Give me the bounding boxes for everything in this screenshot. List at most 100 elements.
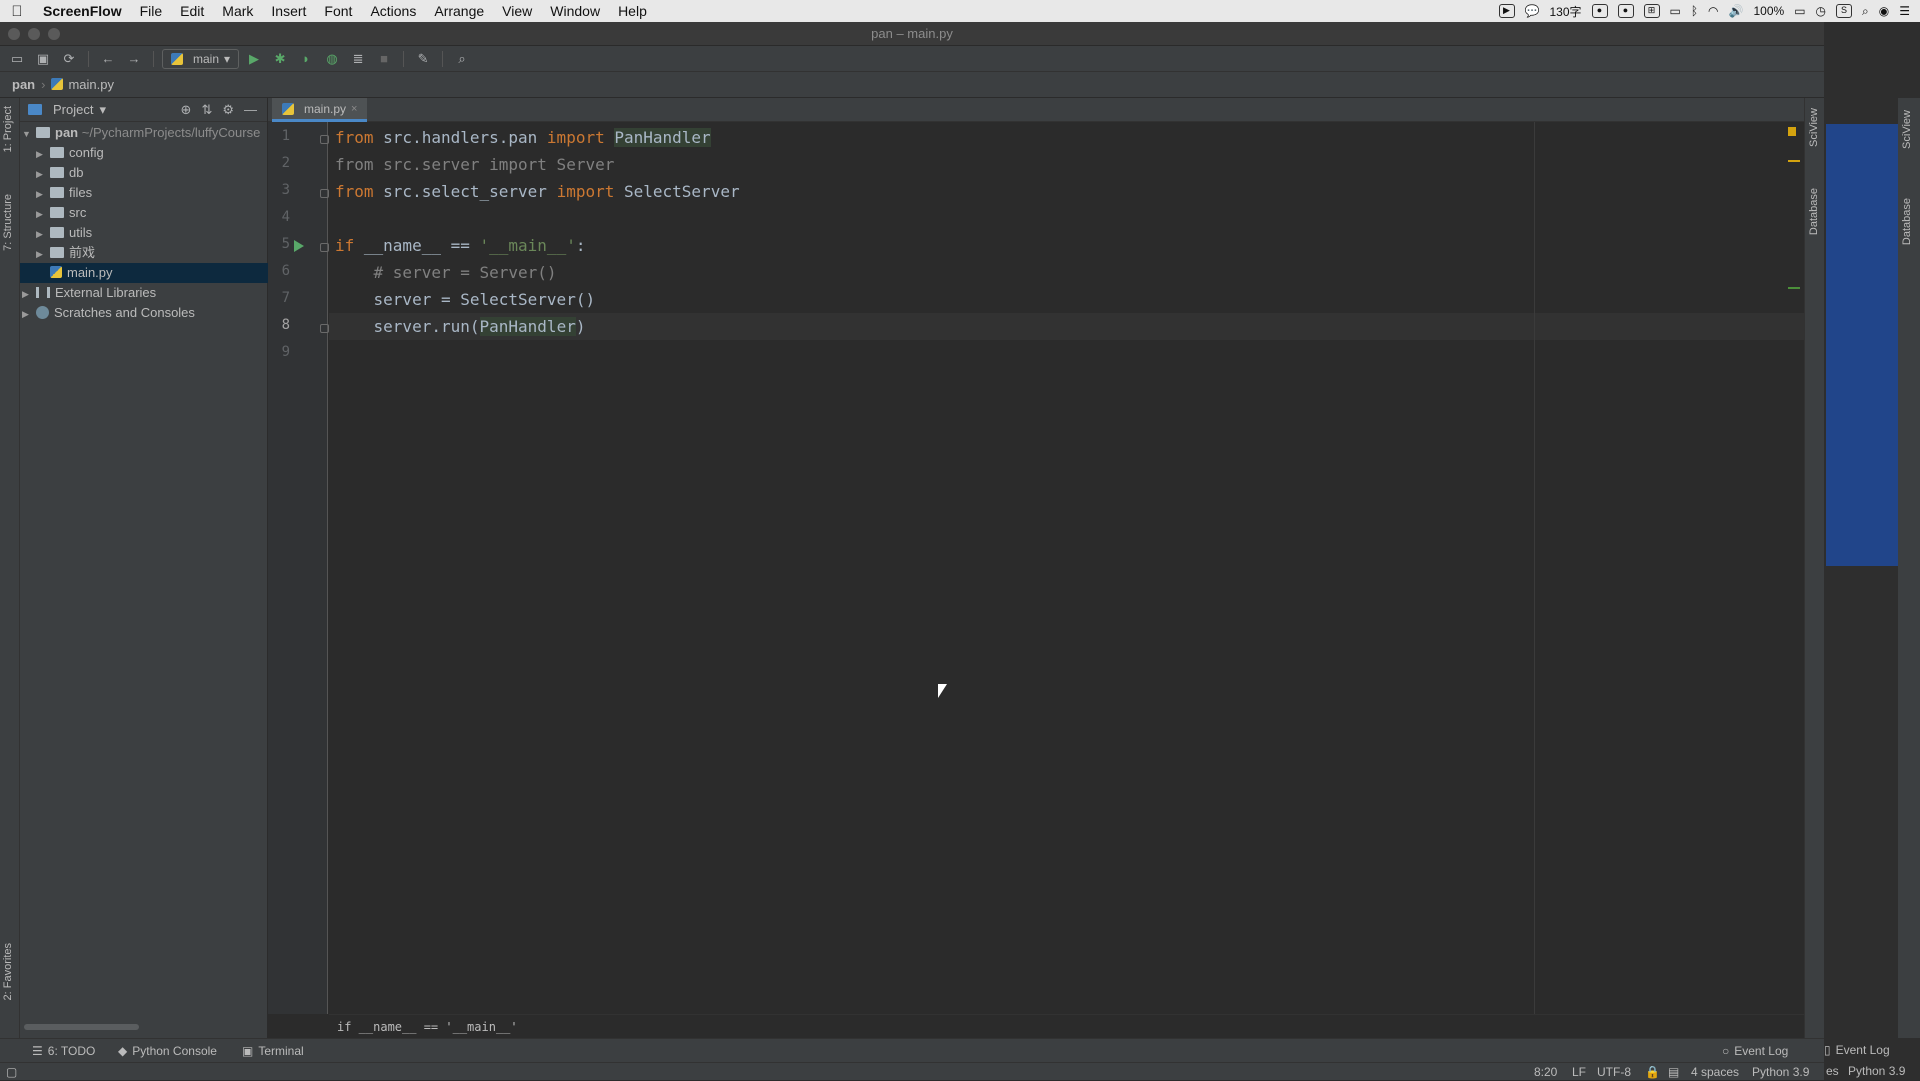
expand-arrow-icon[interactable]: ▶ bbox=[36, 164, 50, 183]
python-interpreter[interactable]: Python 3.9 bbox=[1752, 1063, 1809, 1081]
app-tray-icon-2[interactable]: ● bbox=[1617, 4, 1634, 18]
tree-item-scratches[interactable]: ▶ Scratches and Consoles bbox=[20, 303, 268, 323]
bluetooth-icon[interactable]: ᛒ bbox=[1691, 4, 1698, 18]
tree-item-utils[interactable]: ▶ utils bbox=[20, 223, 268, 243]
warning-stripe-marker[interactable] bbox=[1788, 160, 1800, 162]
grid-tray-icon[interactable]: ⊞ bbox=[1643, 4, 1660, 18]
gear-icon[interactable]: ⚙ bbox=[222, 102, 234, 118]
project-view-label[interactable]: Project bbox=[53, 102, 93, 117]
file-encoding[interactable]: UTF-8 bbox=[1597, 1063, 1631, 1081]
tree-item-external-libraries[interactable]: ▶ External Libraries bbox=[20, 283, 268, 303]
expand-arrow-icon[interactable]: ▼ bbox=[22, 124, 36, 143]
close-icon[interactable]: × bbox=[351, 103, 357, 115]
editor-breadcrumb-bottom[interactable]: if __name__ == '__main__' bbox=[329, 1014, 1804, 1038]
caret-position[interactable]: 8:20 bbox=[1534, 1063, 1557, 1081]
expand-arrow-icon[interactable]: ▶ bbox=[22, 284, 36, 303]
todo-tool-button[interactable]: ☰ 6: TODO bbox=[32, 1039, 95, 1063]
siri-icon[interactable]: ◉ bbox=[1879, 4, 1889, 18]
fold-marker-icon[interactable] bbox=[320, 324, 329, 333]
breadcrumb-project[interactable]: pan bbox=[12, 77, 35, 92]
search-icon[interactable]: ⌕ bbox=[1862, 4, 1869, 19]
run-configuration-select[interactable]: main ▾ bbox=[162, 48, 240, 69]
favorites-tool-tab[interactable]: 2: Favorites bbox=[2, 943, 14, 1000]
background-event-log[interactable]: ▯ Event Log bbox=[1824, 1038, 1890, 1062]
editor-tab-main-py[interactable]: main.py × bbox=[272, 98, 368, 122]
hide-icon[interactable]: — bbox=[244, 102, 257, 118]
concurrency-icon[interactable]: ≣ bbox=[347, 49, 369, 69]
expand-arrow-icon[interactable]: ▶ bbox=[36, 224, 50, 243]
sync-icon[interactable]: ⟳ bbox=[58, 49, 80, 69]
notification-center-icon[interactable]: ☰ bbox=[1899, 4, 1910, 18]
battery-icon[interactable]: ▭ bbox=[1794, 4, 1805, 18]
menu-actions[interactable]: Actions bbox=[361, 3, 425, 19]
tree-item-main-py[interactable]: main.py bbox=[20, 263, 268, 283]
tool-windows-toggle-icon[interactable]: ▢ bbox=[6, 1063, 17, 1081]
project-horizontal-scrollbar[interactable] bbox=[24, 1024, 139, 1030]
tree-item-src[interactable]: ▶ src bbox=[20, 203, 268, 223]
indent-setting[interactable]: 4 spaces bbox=[1691, 1063, 1739, 1081]
battery-percent[interactable]: 100% bbox=[1753, 4, 1784, 18]
locate-icon[interactable]: ⊕ bbox=[181, 102, 192, 118]
tree-item-db[interactable]: ▶ db bbox=[20, 163, 268, 183]
expand-arrow-icon[interactable]: ▶ bbox=[36, 144, 50, 163]
save-all-icon[interactable]: ▣ bbox=[32, 49, 54, 69]
volume-icon[interactable]: 🔊 bbox=[1729, 4, 1744, 18]
expand-arrow-icon[interactable]: ▶ bbox=[36, 244, 50, 263]
fold-marker-icon[interactable] bbox=[320, 243, 329, 252]
tree-item-files[interactable]: ▶ files bbox=[20, 183, 268, 203]
wifi-icon[interactable]: ◠ bbox=[1708, 4, 1718, 18]
breadcrumb-file[interactable]: main.py bbox=[68, 77, 114, 92]
menu-font[interactable]: Font bbox=[315, 3, 361, 19]
sciview-tool-tab[interactable]: SciView bbox=[1808, 108, 1820, 147]
database-tab-bg[interactable]: Database bbox=[1901, 198, 1913, 245]
event-log-tool-button[interactable]: ○ Event Log bbox=[1722, 1039, 1788, 1063]
menu-arrange[interactable]: Arrange bbox=[425, 3, 493, 19]
debug-icon[interactable]: ✱ bbox=[269, 49, 291, 69]
database-tool-tab[interactable]: Database bbox=[1808, 188, 1820, 235]
clock-icon[interactable]: ◷ bbox=[1816, 4, 1826, 18]
memory-indicator-icon[interactable]: ▤ bbox=[1668, 1063, 1679, 1081]
run-icon[interactable]: ▶ bbox=[243, 49, 265, 69]
project-tool-tab[interactable]: 1: Project bbox=[2, 106, 14, 152]
settings-wrench-icon[interactable]: ✎ bbox=[412, 49, 434, 69]
expand-arrow-icon[interactable]: ▶ bbox=[22, 304, 36, 323]
menu-mark[interactable]: Mark bbox=[213, 3, 262, 19]
screen-record-icon[interactable]: ▶ bbox=[1498, 4, 1515, 18]
open-folder-icon[interactable]: ▭ bbox=[6, 49, 28, 69]
app-tray-icon-1[interactable]: ● bbox=[1591, 4, 1608, 18]
coverage-icon[interactable]: ◗ bbox=[295, 49, 317, 69]
change-stripe-marker[interactable] bbox=[1788, 287, 1800, 289]
terminal-tool-button[interactable]: ▣ Terminal bbox=[242, 1039, 304, 1063]
menu-file[interactable]: File bbox=[131, 3, 172, 19]
minimize-window-button[interactable] bbox=[28, 28, 40, 40]
warning-marker-icon[interactable] bbox=[1788, 127, 1796, 136]
apple-icon[interactable]:  bbox=[0, 3, 34, 20]
python-console-tool-button[interactable]: ◆ Python Console bbox=[118, 1039, 217, 1063]
menu-insert[interactable]: Insert bbox=[262, 3, 315, 19]
stop-icon[interactable]: ■ bbox=[373, 49, 395, 69]
close-window-button[interactable] bbox=[8, 28, 20, 40]
lock-icon[interactable]: 🔒 bbox=[1645, 1063, 1660, 1081]
expand-arrow-icon[interactable]: ▶ bbox=[36, 204, 50, 223]
line-separator[interactable]: LF bbox=[1572, 1063, 1586, 1081]
collapse-all-icon[interactable]: ⇅ bbox=[201, 102, 212, 118]
code-editor[interactable]: from src.handlers.pan import PanHandler … bbox=[329, 122, 1804, 1014]
menu-edit[interactable]: Edit bbox=[171, 3, 213, 19]
back-icon[interactable]: ← bbox=[97, 49, 119, 69]
airplay-icon[interactable]: ▭ bbox=[1670, 4, 1681, 18]
zoom-window-button[interactable] bbox=[48, 28, 60, 40]
forward-icon[interactable]: → bbox=[123, 49, 145, 69]
wechat-icon[interactable]: 💬 bbox=[1525, 4, 1540, 18]
tree-item-config[interactable]: ▶ config bbox=[20, 143, 268, 163]
tree-item-root[interactable]: ▼ pan ~/PycharmProjects/luffyCourse bbox=[20, 123, 268, 143]
fold-marker-icon[interactable] bbox=[320, 135, 329, 144]
fold-marker-icon[interactable] bbox=[320, 189, 329, 198]
menu-view[interactable]: View bbox=[493, 3, 541, 19]
menu-window[interactable]: Window bbox=[541, 3, 609, 19]
sciview-tab-bg[interactable]: SciView bbox=[1901, 110, 1913, 149]
menu-help[interactable]: Help bbox=[609, 3, 656, 19]
menu-app-name[interactable]: ScreenFlow bbox=[34, 3, 131, 19]
run-gutter-icon[interactable] bbox=[294, 240, 304, 252]
expand-arrow-icon[interactable]: ▶ bbox=[36, 184, 50, 203]
chevron-down-icon[interactable]: ▾ bbox=[99, 102, 106, 118]
